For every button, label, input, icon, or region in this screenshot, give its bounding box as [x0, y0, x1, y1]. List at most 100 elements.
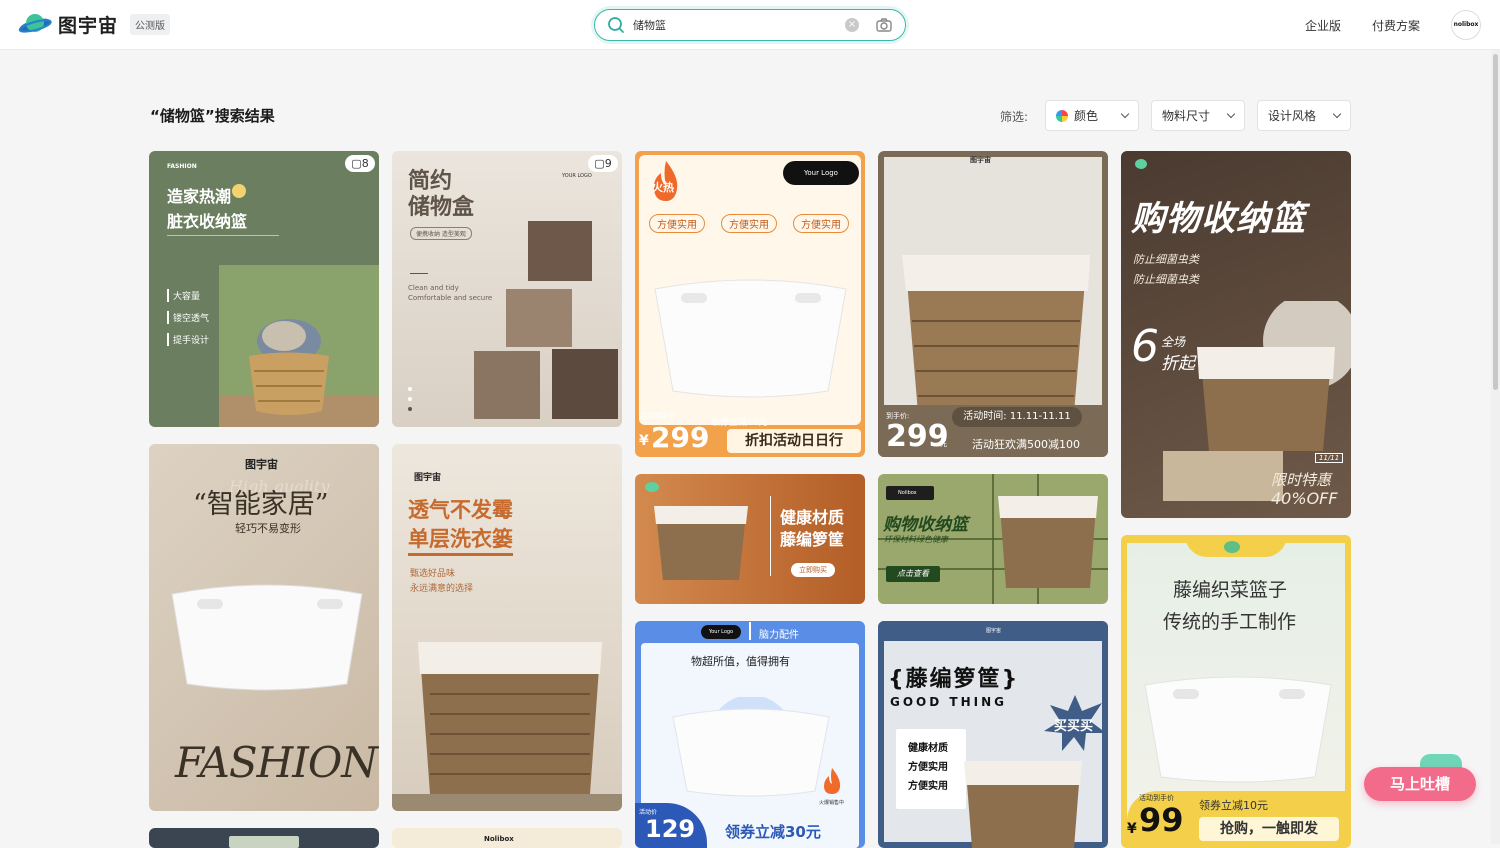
buy-now-button: 立即购买 — [791, 563, 835, 577]
feedback-button[interactable]: 马上吐槽 — [1364, 767, 1476, 801]
hot-sale-label: 火爆销售中 — [819, 800, 845, 806]
template-card-laundry-hamper[interactable]: 图宇宙 透气不发霉 单层洗衣篓 甄选好品味 永远满意的选择 — [392, 444, 622, 811]
style-filter-label: 设计风格 — [1268, 109, 1317, 123]
price-label: 活动到手价 — [640, 412, 675, 420]
template-card-rattan-basket[interactable]: 健康材质 藤编箩筐 立即购买 — [635, 474, 865, 604]
filter-label: 筛选: — [1000, 110, 1029, 124]
template-card-dark[interactable] — [149, 828, 379, 848]
template-card-rattan-vegetable-basket[interactable]: 藤编织菜篮子 传统的手工制作 活动到手价 ¥ 99 领券立减10元 抢购，一触即… — [1121, 535, 1351, 848]
event-date: 11/11 — [1315, 453, 1344, 463]
divider — [167, 235, 279, 236]
results-title: “储物篮”搜索结果 — [150, 107, 275, 125]
white-storage-bin-image — [672, 697, 830, 797]
promo-text: 活动狂欢满500减100 — [972, 438, 1080, 451]
card-title-line2: 脏衣收纳篮 — [167, 212, 248, 231]
enterprise-link[interactable]: 企业版 — [1305, 17, 1341, 34]
card-subtitle-2: 永远满意的选择 — [410, 584, 474, 594]
price-unit: 元 — [940, 440, 947, 448]
tag-3: 方便实用 — [793, 214, 849, 233]
price: 99 — [1139, 801, 1184, 839]
template-card-storage-box[interactable]: ▢9 简约 储物盒 便携收纳 造型美观 YOUR LOGO Clean and … — [392, 151, 622, 427]
coupon-text: 领券立减30元 — [725, 823, 821, 841]
card-subtitle-1: 甄选好品味 — [410, 569, 456, 579]
template-card-shopping-basket[interactable]: 购物收纳篮 防止细菌虫类 防止细菌虫类 6 全场 折起 11/11 限时特惠 4… — [1121, 151, 1351, 518]
template-card-value-pick[interactable]: Your Logo 脑力配件 物超所值，值得拥有 火爆销售中 活动价 129 领… — [635, 621, 865, 848]
white-storage-bin-image — [654, 279, 847, 398]
brand-logo-icon — [645, 482, 659, 492]
size-filter[interactable]: 物料尺寸 — [1151, 100, 1245, 131]
wicker-basket-image — [998, 496, 1098, 588]
english-line-1: Clean and tidy — [408, 284, 459, 292]
clear-icon[interactable]: × — [845, 18, 859, 32]
card-title-line1: 透气不发霉 — [408, 498, 513, 522]
scrollbar-thumb[interactable] — [1493, 54, 1498, 390]
divider — [770, 496, 771, 576]
search-input[interactable] — [633, 15, 833, 35]
limited-offer-percent: 40%OFF — [1271, 489, 1338, 508]
page-scrollbar[interactable] — [1491, 50, 1500, 844]
card-subtitle-2: 防止细菌虫类 — [1133, 273, 1199, 286]
template-card-green-grid[interactable]: Nolibox 购物收纳篮 环保材料绿色健康 点击查看 — [878, 474, 1108, 604]
burst-text: 买买买 — [1054, 719, 1094, 734]
currency: ¥ — [1127, 821, 1137, 837]
tag-2: 方便实用 — [721, 214, 777, 233]
pricing-link[interactable]: 付费方案 — [1372, 17, 1420, 34]
template-card-rattan-good-thing[interactable]: 图宇宙 {藤编箩筐} GOOD THING 买买买 健康材质 方便实用 方便实用 — [878, 621, 1108, 848]
brand-logo: Your Logo — [783, 161, 859, 185]
color-filter-label: 颜色 — [1074, 109, 1099, 123]
search-icon[interactable] — [607, 16, 625, 38]
template-card-wicker-promo[interactable]: 图宇宙 到手价: 299 元 活动时间: 11.11-11.11 活动狂欢满50… — [878, 151, 1108, 457]
pagination-dot — [408, 387, 412, 391]
wicker-basket-image — [964, 761, 1082, 848]
template-card-smart-home[interactable]: 图宇宙 High quality “智能家居” 轻巧不易变形 FASHION — [149, 444, 379, 811]
template-card-laundry-basket[interactable]: FASHION ▢8 造家热潮 脏衣收纳篮 大容量 镂空透气 提手设计 — [149, 151, 379, 427]
card-subtitle: 轻巧不易变形 — [235, 522, 301, 535]
page-count-badge: ▢9 — [588, 155, 618, 172]
brand-logo: Your Logo — [701, 625, 741, 639]
size-filter-label: 物料尺寸 — [1162, 109, 1211, 123]
white-storage-bin-image — [171, 584, 363, 691]
feature-3: 方便实用 — [908, 781, 948, 792]
search-box[interactable]: × — [594, 9, 906, 41]
card-title-line2: 储物盒 — [408, 195, 475, 220]
card-brand: 图宇宙 — [414, 473, 442, 483]
discount-number: 6 — [1131, 321, 1159, 372]
avatar[interactable]: nolibox — [1451, 10, 1481, 40]
card-brand: 图宇宙 — [986, 628, 1002, 634]
pagination-dot — [408, 397, 412, 401]
template-card-hot-sale[interactable]: 火热 Your Logo 方便实用 方便实用 方便实用 活动到手价 ¥ 299 … — [635, 151, 865, 457]
camera-icon[interactable] — [875, 16, 893, 38]
tag-1: 方便实用 — [649, 214, 705, 233]
card-subtitle: 便携收纳 造型美观 — [410, 227, 472, 240]
wood-floor — [392, 794, 622, 811]
feature-2: 镂空透气 — [167, 311, 209, 324]
chevron-down-icon — [1120, 109, 1130, 118]
divider — [410, 273, 428, 274]
currency: ¥ — [639, 433, 649, 449]
beta-badge: 公测版 — [130, 13, 171, 35]
card-title-line2: 藤编箩筐 — [780, 530, 845, 549]
top-header: 图宇宙 公测版 × 企业版 付费方案 nolibox — [0, 0, 1500, 50]
logo[interactable]: 图宇宙 公测版 — [18, 10, 171, 38]
coupon-text: 领券立减10元 — [711, 418, 768, 428]
activity-time: 活动时间: 11.11-11.11 — [952, 407, 1082, 427]
card-brand: FASHION — [167, 163, 197, 170]
feature-1: 健康材质 — [908, 743, 948, 754]
card-title-line1: 造家热潮 — [167, 187, 232, 206]
card-brand: 图宇宙 — [970, 156, 991, 164]
card-title-line1: 简约 — [408, 169, 453, 194]
card-title-line2: 传统的手工制作 — [1163, 611, 1297, 633]
logo-name: 图宇宙 — [58, 14, 119, 37]
limited-offer: 限时特惠 — [1271, 471, 1332, 489]
card-english: GOOD THING — [890, 695, 1007, 709]
category-label: 脑力配件 — [759, 630, 799, 641]
template-card-nolibox[interactable]: Nolibox — [392, 828, 622, 848]
fire-label: 火热 — [652, 181, 674, 194]
color-filter[interactable]: 颜色 — [1045, 100, 1139, 131]
promo-banner: 折扣活动日日行 — [727, 429, 861, 453]
brand-logo: Nolibox — [886, 486, 934, 500]
price: 129 — [645, 815, 696, 843]
feature-2: 方便实用 — [908, 762, 948, 773]
stacked-boxes-image — [474, 221, 618, 419]
style-filter[interactable]: 设计风格 — [1257, 100, 1351, 131]
